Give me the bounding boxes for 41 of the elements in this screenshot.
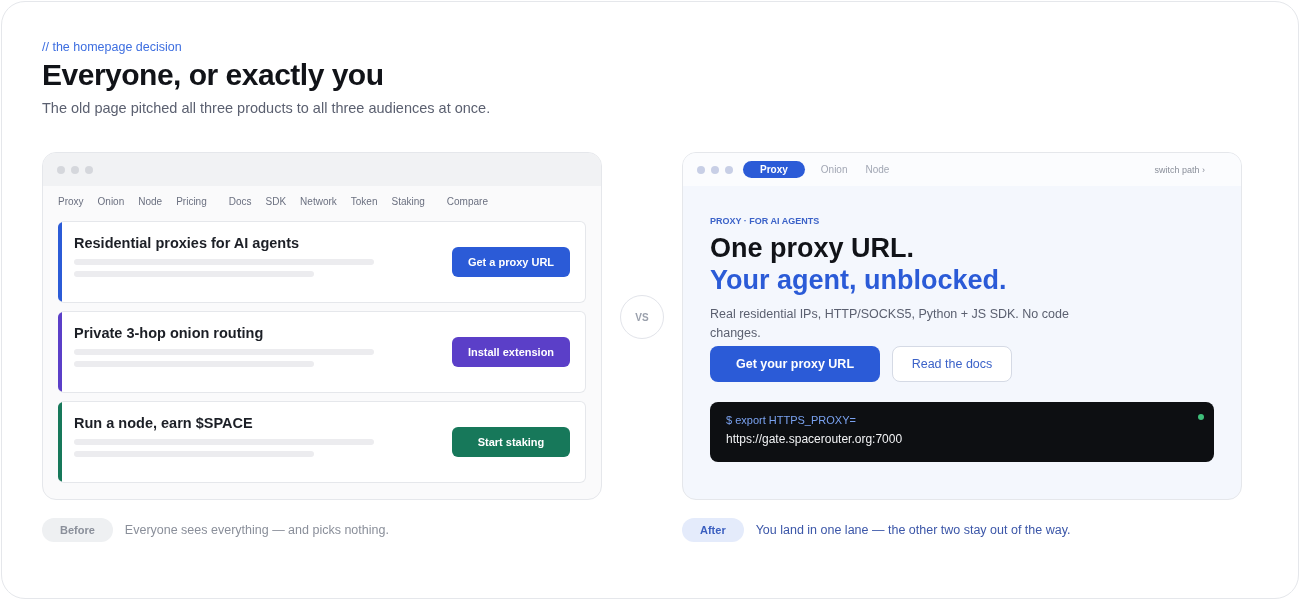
product-title: Run a node, earn $SPACE [74,415,254,431]
path-tab[interactable]: Proxy [743,161,805,178]
cta-button[interactable]: Start staking [452,427,570,457]
window-dot-icon [711,165,719,174]
cta-button[interactable]: Get a proxy URL [452,247,570,277]
window-dot-icon [85,165,93,174]
headline-accent: Your agent, unblocked. [710,265,1008,296]
nav-link[interactable]: Onion [97,196,125,207]
nav-link[interactable]: Docs [228,196,252,207]
nav-link[interactable]: Network [300,196,337,207]
nav-link[interactable]: SDK [265,196,287,207]
nav-link[interactable]: Proxy [58,196,84,207]
page-subtitle: The old page pitched all three products to all three audiences at once. [42,100,492,116]
nav-link[interactable]: Node [138,196,163,207]
page-title: Everyone, or exactly you [42,58,385,92]
status-dot-icon [1198,413,1204,420]
window-dot-icon [725,165,733,174]
description-text: Real residential IPs, HTTP/SOCKS5, Python + JS SDK. No code changes. [710,306,1070,342]
primary-button[interactable]: Get your proxy URL [710,345,880,382]
caption-text: Everyone sees everything — and picks nothing. [124,523,389,537]
vs-badge: VS [620,295,664,339]
headline: One proxy URL. [710,234,916,264]
product-title: Residential proxies for AI agents [74,235,301,251]
nav-link[interactable]: Token [350,196,378,207]
nav-link[interactable]: Pricing [176,196,207,207]
cta-button[interactable]: Install extension [452,337,570,367]
nav-link[interactable]: Staking [391,196,425,207]
terminal-output: https://gate.spacerouter.org:7000 [726,431,904,446]
eyebrow-text: // the homepage decision [42,40,183,54]
switch-path-link[interactable]: switch path › [1154,164,1227,175]
product-title: Private 3-hop onion routing [74,325,265,341]
secondary-button[interactable]: Read the docs [892,345,1012,382]
section-eyebrow: PROXY · FOR AI AGENTS [710,216,821,226]
nav-link[interactable]: Compare [446,196,488,207]
window-dot-icon [697,165,705,174]
window-dot-icon [71,165,79,174]
window-dot-icon [57,165,65,174]
terminal-command: $ export HTTPS_PROXY= [726,413,857,426]
after-badge: After [682,518,744,542]
before-badge: Before [42,518,113,542]
caption-text: You land in one lane — the other two stay out of the way. [755,523,1071,537]
